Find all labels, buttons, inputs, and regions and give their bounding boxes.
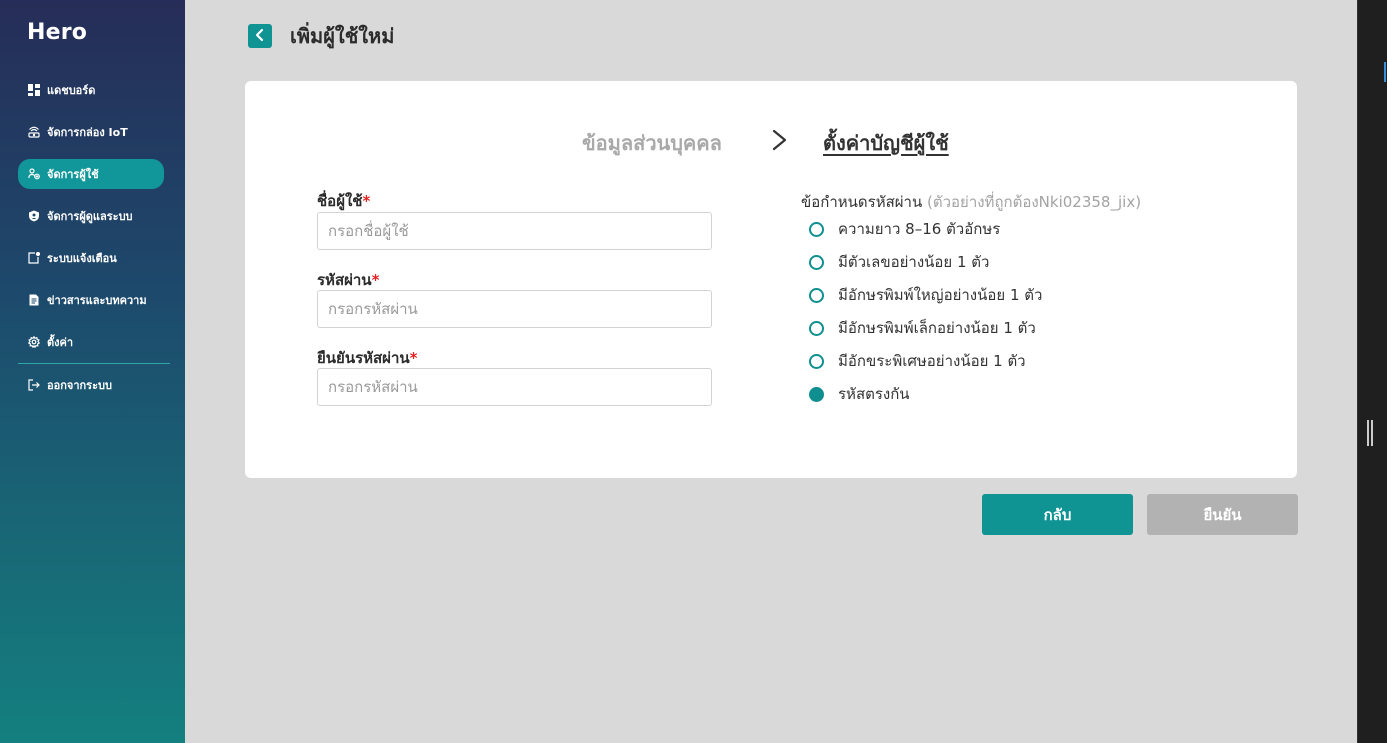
back-button[interactable]: กลับ xyxy=(982,494,1133,535)
article-icon xyxy=(28,294,40,306)
sidebar-divider xyxy=(18,363,170,364)
required-mark: * xyxy=(362,192,371,210)
scroll-indicator xyxy=(1384,62,1386,82)
sidebar-item-label: ออกจากระบบ xyxy=(47,379,112,392)
sidebar: Hero แดชบอร์ด จัดการกล่อง IoT จัดการผู้ใ… xyxy=(0,0,185,743)
sidebar-item-iot-boxes[interactable]: จัดการกล่อง IoT xyxy=(18,117,164,147)
back-nav-button[interactable] xyxy=(248,24,272,48)
confirm-password-label: ยืนยันรหัสผ่าน* xyxy=(317,349,418,367)
requirement-length: ความยาว 8–16 ตัวอักษร xyxy=(809,217,1000,241)
page-header: เพิ่มผู้ใช้ใหม่ xyxy=(248,20,394,52)
radio-empty-icon xyxy=(809,221,824,237)
radio-empty-icon xyxy=(809,353,824,369)
router-icon xyxy=(28,126,40,138)
requirement-digit: มีตัวเลขอย่างน้อย 1 ตัว xyxy=(809,250,989,274)
chevron-right-icon xyxy=(770,127,790,153)
username-label: ชื่อผู้ใช้* xyxy=(317,192,371,210)
sidebar-item-label: จัดการผู้ดูแลระบบ xyxy=(47,210,133,223)
confirm-password-input[interactable] xyxy=(317,368,712,406)
requirement-special-char: มีอักขระพิเศษอย่างน้อย 1 ตัว xyxy=(809,349,1026,373)
sidebar-item-label: แดชบอร์ด xyxy=(47,84,96,97)
password-input[interactable] xyxy=(317,290,712,328)
sidebar-item-dashboard[interactable]: แดชบอร์ด xyxy=(18,75,164,105)
resize-handle[interactable] xyxy=(1367,420,1373,446)
chevron-left-icon xyxy=(254,27,266,46)
dashboard-icon xyxy=(28,84,40,96)
notification-icon xyxy=(28,252,40,264)
radio-filled-icon xyxy=(809,386,824,402)
password-label: รหัสผ่าน* xyxy=(317,271,380,289)
password-example: (ตัวอย่างที่ถูกต้องNki02358_jix) xyxy=(927,193,1142,211)
sidebar-item-label: จัดการผู้ใช้ xyxy=(47,168,99,181)
side-panel-strip xyxy=(1357,0,1387,743)
sidebar-item-notifications[interactable]: ระบบแจ้งเตือน xyxy=(18,243,164,273)
gear-icon xyxy=(28,336,40,348)
sidebar-item-articles[interactable]: ข่าวสารและบทความ xyxy=(18,285,164,315)
sidebar-item-logout[interactable]: ออกจากระบบ xyxy=(18,370,164,400)
users-icon xyxy=(28,168,40,180)
required-mark: * xyxy=(371,271,380,289)
sidebar-item-label: จัดการกล่อง IoT xyxy=(47,126,128,139)
sidebar-item-users[interactable]: จัดการผู้ใช้ xyxy=(18,159,164,189)
sidebar-item-settings[interactable]: ตั้งค่า xyxy=(18,327,164,357)
sidebar-item-label: ตั้งค่า xyxy=(47,336,74,349)
logout-icon xyxy=(28,379,40,391)
admin-shield-icon xyxy=(28,210,40,222)
requirement-lowercase: มีอักษรพิมพ์เล็กอย่างน้อย 1 ตัว xyxy=(809,316,1036,340)
username-input[interactable] xyxy=(317,212,712,250)
required-mark: * xyxy=(409,349,418,367)
password-requirements-header: ข้อกำหนดรหัสผ่าน (ตัวอย่างที่ถูกต้องNki0… xyxy=(801,193,1142,211)
radio-empty-icon xyxy=(809,254,824,270)
radio-empty-icon xyxy=(809,320,824,336)
radio-empty-icon xyxy=(809,287,824,303)
requirement-uppercase: มีอักษรพิมพ์ใหญ่อย่างน้อย 1 ตัว xyxy=(809,283,1042,307)
requirement-passwords-match: รหัสตรงกัน xyxy=(809,382,910,406)
step-account-settings[interactable]: ตั้งค่าบัญชีผู้ใช้ xyxy=(823,127,949,159)
sidebar-item-admins[interactable]: จัดการผู้ดูแลระบบ xyxy=(18,201,164,231)
step-personal-info[interactable]: ข้อมูลส่วนบุคคล xyxy=(582,127,722,159)
sidebar-item-label: ข่าวสารและบทความ xyxy=(47,294,147,307)
page-title: เพิ่มผู้ใช้ใหม่ xyxy=(290,24,395,48)
confirm-button[interactable]: ยืนยัน xyxy=(1147,494,1298,535)
sidebar-item-label: ระบบแจ้งเตือน xyxy=(47,252,117,265)
brand-logo: Hero xyxy=(27,20,88,45)
